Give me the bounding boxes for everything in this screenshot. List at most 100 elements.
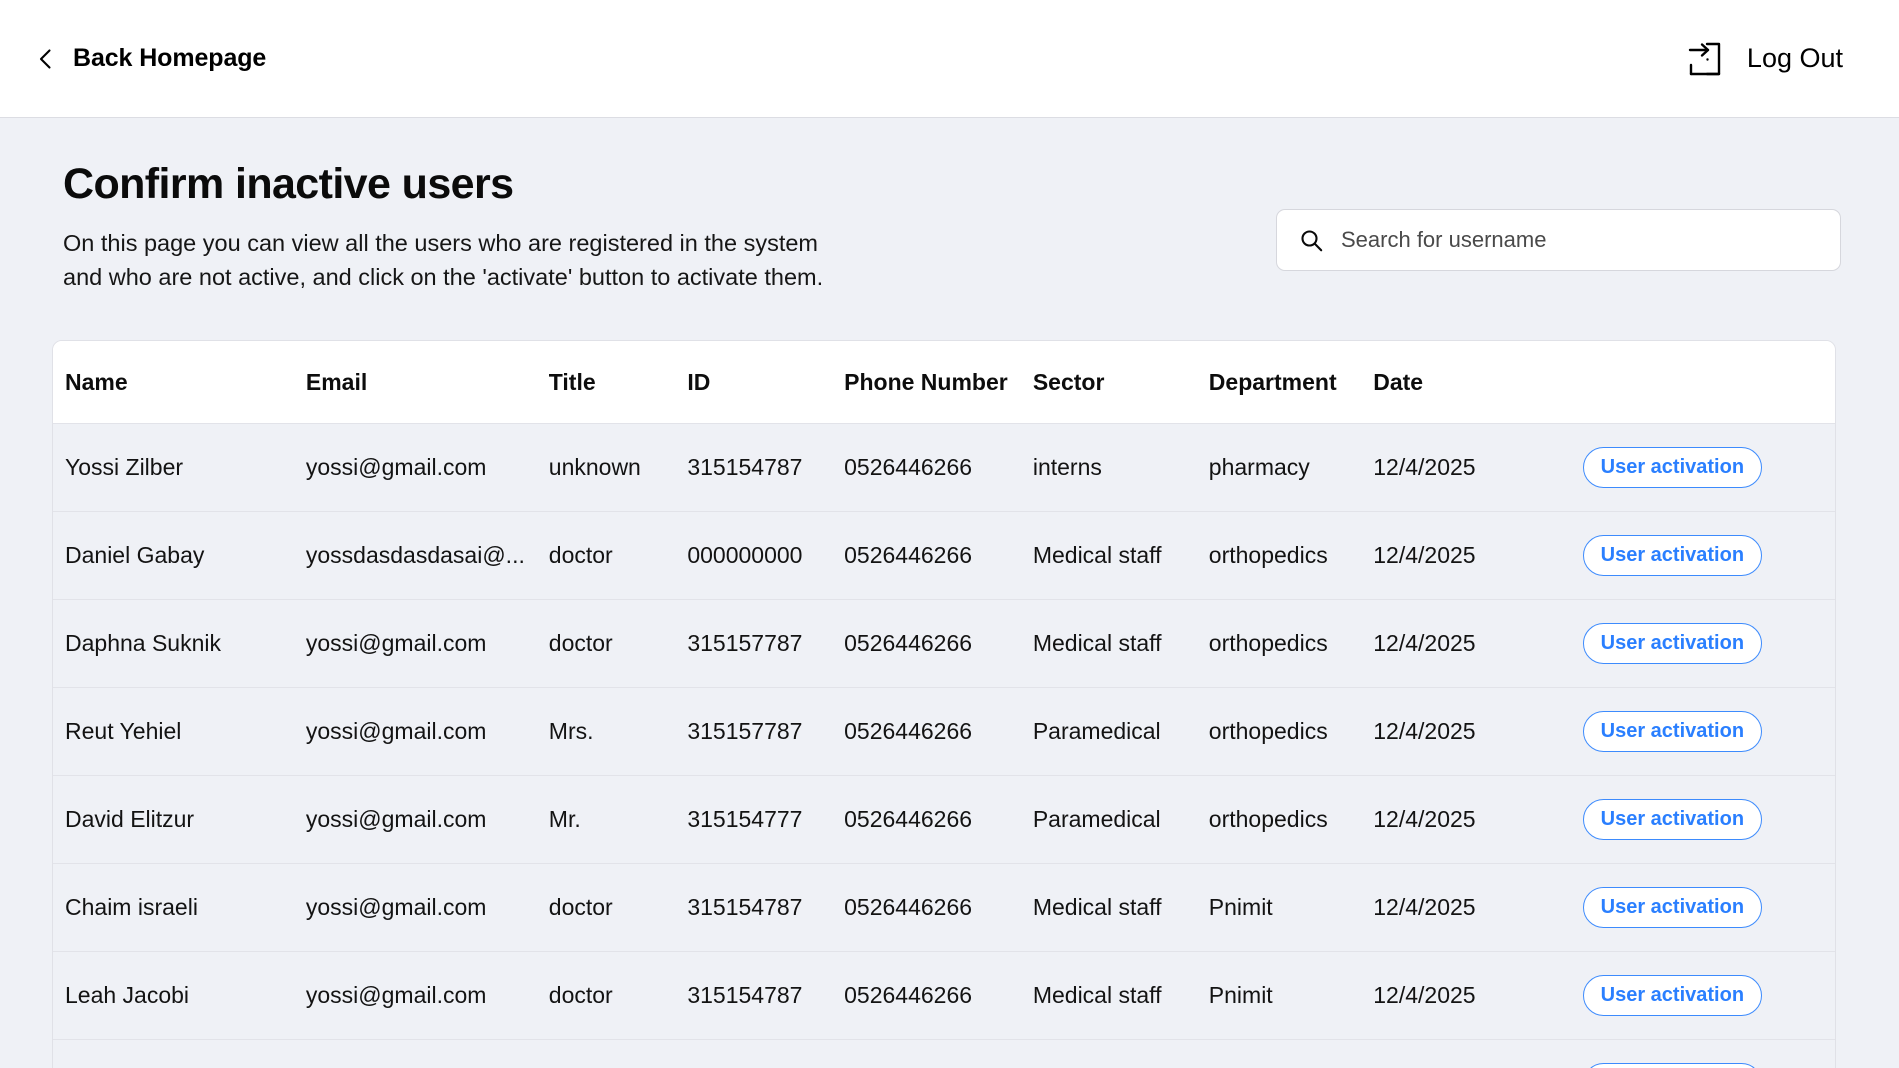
cell-department: pharmacy — [1204, 423, 1373, 513]
intro-text-block: Confirm inactive users On this page you … — [46, 160, 824, 294]
chevron-left-icon — [39, 48, 51, 69]
cell-email: yossi@gmail.com — [299, 599, 547, 689]
cell-date: 12/4/2025 — [1372, 951, 1583, 1041]
column-header-department: Department — [1204, 341, 1373, 425]
logout-button[interactable]: Log Out — [1681, 36, 1843, 82]
cell-sector: interns — [1029, 423, 1205, 513]
table-row: Daphna Suknik yossi@gmail.com doctor 315157… — [53, 599, 1835, 689]
page-description: On this page you can view all the users … — [63, 230, 824, 291]
cell-sector: Medical staff — [1029, 863, 1205, 953]
users-table-card: Name Email Title ID Phone Number Sector … — [52, 340, 1836, 1068]
cell-name: Chaim israeli — [53, 863, 300, 953]
intro-row: Confirm inactive users On this page you … — [46, 118, 1853, 294]
cell-name: David Elitzur — [53, 775, 300, 865]
column-header-sector: Sector — [1029, 341, 1205, 425]
page-content: Confirm inactive users On this page you … — [0, 118, 1899, 1068]
cell-sector: Medical staff — [1029, 951, 1205, 1041]
table-header-row: Name Email Title ID Phone Number Sector … — [53, 341, 1835, 425]
cell-title: unknown — [546, 423, 687, 513]
search-input[interactable] — [1341, 227, 1824, 253]
cell-department: orthopedics — [1204, 775, 1373, 865]
user-activation-button[interactable]: User activation — [1582, 447, 1763, 489]
cell-name: Daphna Suknik — [53, 599, 300, 689]
search-box[interactable] — [1276, 209, 1841, 271]
cell-name: Leah Jacobi — [53, 951, 300, 1041]
cell-action: User activation — [1582, 423, 1835, 513]
cell-date: 12/4/2025 — [1372, 1039, 1583, 1068]
column-header-title: Title — [546, 341, 687, 425]
table-header: Name Email Title ID Phone Number Sector … — [53, 341, 1835, 425]
cell-phone: 0526446266 — [844, 687, 1030, 777]
table-row: Leah Jacobi yossi@gmail.com doctor 31515478… — [53, 951, 1835, 1041]
inactive-users-table: Name Email Title ID Phone Number Sector … — [53, 341, 1835, 1068]
cell-id: 000000000 — [686, 511, 845, 601]
cell-id: 315157787 — [686, 599, 845, 689]
cell-action: User activation — [1582, 1039, 1835, 1068]
cell-phone: 0526446266 — [844, 599, 1030, 689]
cell-sector: Medical staff — [1029, 599, 1205, 689]
cell-action: User activation — [1582, 687, 1835, 777]
cell-title: doctor — [546, 511, 687, 601]
cell-date: 12/4/2025 — [1372, 599, 1583, 689]
cell-id: 315154787 — [686, 1039, 845, 1068]
user-activation-button[interactable]: User activation — [1582, 975, 1763, 1017]
cell-id: 315154777 — [686, 775, 845, 865]
cell-email: yossi@gmail.com — [299, 687, 547, 777]
cell-title: Mrs. — [546, 687, 687, 777]
column-header-date: Date — [1372, 341, 1583, 425]
cell-action: User activation — [1582, 775, 1835, 865]
table-row: Ephraim Yehezkelyossi@gmail.comunknown31… — [53, 1039, 1835, 1068]
cell-phone: 0526446266 — [844, 423, 1030, 513]
cell-date: 12/4/2025 — [1372, 423, 1583, 513]
user-activation-button[interactable]: User activation — [1582, 535, 1763, 577]
cell-department: orthopedics — [1204, 687, 1373, 777]
back-homepage-link[interactable]: Back Homepage — [34, 44, 266, 73]
cell-department: orthopedics — [1204, 511, 1373, 601]
cell-date: 12/4/2025 — [1372, 775, 1583, 865]
user-activation-button[interactable]: User activation — [1582, 887, 1763, 929]
cell-phone: 0526446266 — [844, 1039, 1030, 1068]
cell-email: yossdasdasdasai@... — [299, 511, 547, 601]
cell-title: Mr. — [546, 775, 687, 865]
cell-name: Ephraim Yehezkel — [53, 1039, 300, 1068]
cell-action: User activation — [1582, 599, 1835, 689]
table-row: Reut Yehiel yossi@gmail.com Mrs. 315157787 0… — [53, 687, 1835, 777]
search-icon — [1301, 229, 1323, 251]
cell-name: Yossi Zilber — [53, 423, 300, 513]
table-row: Daniel Gabay yossdasdasdasai@... doctor 000… — [53, 511, 1835, 601]
cell-action: User activation — [1582, 951, 1835, 1041]
cell-date: 12/4/2025 — [1372, 863, 1583, 953]
cell-phone: 0526446266 — [844, 775, 1030, 865]
cell-name: Reut Yehiel — [53, 687, 300, 777]
user-activation-button[interactable]: User activation — [1582, 711, 1763, 753]
cell-sector: interns — [1029, 1039, 1205, 1068]
cell-date: 12/4/2025 — [1372, 687, 1583, 777]
user-activation-button[interactable]: User activation — [1582, 623, 1763, 665]
cell-phone: 0526446266 — [844, 863, 1030, 953]
column-header-name: Name — [53, 341, 300, 425]
top-navigation-bar: Back Homepage Log Out — [0, 0, 1899, 118]
table-body: Yossi Zilber yossi@gmail.com unknown 315154… — [53, 423, 1835, 1068]
cell-id: 315154787 — [686, 863, 845, 953]
table-row: Yossi Zilber yossi@gmail.com unknown 315154… — [53, 423, 1835, 513]
cell-title: doctor — [546, 951, 687, 1041]
cell-email: yossi@gmail.com — [299, 1039, 547, 1068]
user-activation-button[interactable]: User activation — [1582, 1063, 1763, 1068]
cell-date: 12/4/2025 — [1372, 511, 1583, 601]
back-homepage-label: Back Homepage — [73, 44, 267, 72]
table-row: Chaim israeli yossi@gmail.com doctor 315154… — [53, 863, 1835, 953]
user-activation-button[interactable]: User activation — [1582, 799, 1763, 841]
page-title: Confirm inactive users — [63, 160, 514, 208]
column-header-phone: Phone Number — [844, 341, 1030, 425]
cell-phone: 0526446266 — [844, 951, 1030, 1041]
cell-email: yossi@gmail.com — [299, 423, 547, 513]
cell-phone: 0526446266 — [844, 511, 1030, 601]
cell-action: User activation — [1582, 511, 1835, 601]
logout-label: Log Out — [1746, 43, 1843, 73]
cell-department: orthopedics — [1204, 599, 1373, 689]
column-header-action — [1582, 341, 1835, 425]
cell-email: yossi@gmail.com — [299, 863, 547, 953]
cell-department: Pnimit — [1204, 863, 1373, 953]
table-row: David Elitzur yossi@gmail.com Mr. 315154777… — [53, 775, 1835, 865]
cell-title: doctor — [546, 599, 687, 689]
